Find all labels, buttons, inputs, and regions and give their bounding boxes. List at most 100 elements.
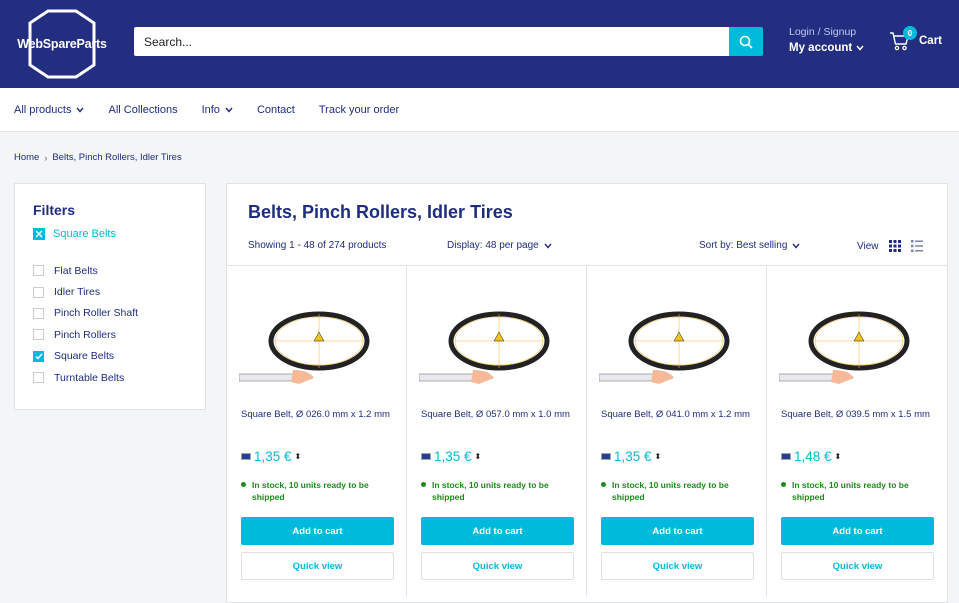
product-image[interactable] — [599, 296, 755, 396]
add-to-cart-button[interactable]: Add to cart — [601, 517, 754, 545]
quick-view-button[interactable]: Quick view — [601, 552, 754, 580]
add-to-cart-button[interactable]: Add to cart — [421, 517, 574, 545]
product-price: 1,35 € ⬍ — [241, 449, 301, 464]
product-card: Square Belt, Ø 041.0 mm x 1.2 mm 1,35 € … — [587, 266, 767, 596]
site-header: WebSpareParts Login / Signup My account … — [0, 0, 959, 88]
product-image[interactable] — [419, 296, 575, 396]
currency-selector-icon[interactable]: ⬍ — [475, 452, 482, 461]
in-stock-dot-icon — [601, 482, 606, 487]
filter-flat-belts[interactable]: Flat Belts — [33, 260, 187, 281]
nav-all-products[interactable]: All products — [14, 103, 85, 116]
currency-selector-icon[interactable]: ⬍ — [295, 452, 302, 461]
breadcrumb-current: Belts, Pinch Rollers, Idler Tires — [52, 152, 182, 163]
active-filter-square-belts[interactable]: Square Belts — [33, 228, 187, 240]
nav-track-order[interactable]: Track your order — [319, 104, 399, 116]
checkbox[interactable] — [33, 329, 44, 341]
active-filter-label: Square Belts — [53, 228, 116, 240]
view-label: View — [857, 240, 879, 252]
product-title[interactable]: Square Belt, Ø 041.0 mm x 1.2 mm — [601, 407, 757, 423]
filter-list: Flat Belts Idler Tires Pinch Roller Shaf… — [33, 260, 187, 388]
site-logo[interactable]: WebSpareParts — [14, 9, 110, 79]
filter-label: Idler Tires — [54, 286, 101, 299]
nav-all-collections[interactable]: All Collections — [108, 104, 177, 116]
chevron-down-icon — [76, 107, 85, 113]
login-signup-link[interactable]: Login / Signup — [789, 26, 864, 38]
filters-title: Filters — [33, 202, 76, 218]
product-price: 1,35 € ⬍ — [601, 449, 661, 464]
search-bar — [134, 27, 763, 56]
chevron-down-icon — [225, 107, 233, 113]
list-view-icon[interactable] — [910, 240, 923, 252]
breadcrumb: Home › Belts, Pinch Rollers, Idler Tires — [14, 152, 182, 163]
search-button[interactable] — [729, 27, 763, 56]
filter-label: Flat Belts — [54, 264, 98, 277]
product-card: Square Belt, Ø 039.5 mm x 1.5 mm 1,48 € … — [767, 266, 947, 596]
filter-pinch-rollers[interactable]: Pinch Rollers — [33, 324, 187, 345]
eu-flag-icon — [601, 453, 611, 460]
add-to-cart-button[interactable]: Add to cart — [781, 517, 934, 545]
chevron-down-icon — [544, 243, 552, 249]
checkbox[interactable] — [33, 286, 44, 298]
cart-label: Cart — [919, 35, 943, 47]
checkbox-checked[interactable] — [33, 350, 44, 362]
stock-status: In stock, 10 units ready to be shipped — [601, 479, 751, 503]
display-per-page-select[interactable]: Display: 48 per page — [447, 240, 552, 251]
nav-label: All Collections — [108, 103, 178, 116]
in-stock-dot-icon — [241, 482, 246, 487]
product-collection: Belts, Pinch Rollers, Idler Tires Showin… — [226, 183, 948, 603]
stock-status: In stock, 10 units ready to be shipped — [781, 479, 931, 503]
product-card: Square Belt, Ø 057.0 mm x 1.0 mm 1,35 € … — [407, 266, 587, 596]
quick-view-button[interactable]: Quick view — [241, 552, 394, 580]
search-input[interactable] — [134, 27, 729, 56]
checkbox[interactable] — [33, 265, 44, 277]
product-title[interactable]: Square Belt, Ø 057.0 mm x 1.0 mm — [421, 407, 577, 423]
product-image[interactable] — [779, 296, 935, 396]
product-title[interactable]: Square Belt, Ø 039.5 mm x 1.5 mm — [781, 407, 937, 423]
breadcrumb-home[interactable]: Home — [14, 152, 39, 163]
price-value: 1,35 € — [254, 449, 292, 464]
nav-contact[interactable]: Contact — [257, 104, 295, 116]
my-account-toggle[interactable]: My account — [789, 42, 864, 54]
display-label: Display: 48 per page — [447, 240, 539, 251]
stock-text: In stock, 10 units ready to be shipped — [432, 480, 549, 502]
stock-status: In stock, 10 units ready to be shipped — [241, 479, 391, 503]
chevron-right-icon: › — [44, 152, 48, 163]
filter-label: Turntable Belts — [54, 371, 125, 384]
product-price: 1,48 € ⬍ — [781, 449, 841, 464]
grid-view-icon[interactable] — [888, 240, 901, 252]
price-value: 1,35 € — [614, 449, 652, 464]
sort-by-select[interactable]: Sort by: Best selling — [699, 240, 800, 251]
currency-selector-icon[interactable]: ⬍ — [655, 452, 662, 461]
cart-link[interactable]: 0 Cart — [889, 26, 943, 52]
filter-idler-tires[interactable]: Idler Tires — [33, 281, 187, 302]
in-stock-dot-icon — [421, 482, 426, 487]
price-value: 1,48 € — [794, 449, 832, 464]
filter-pinch-roller-shaft[interactable]: Pinch Roller Shaft — [33, 303, 187, 324]
product-title[interactable]: Square Belt, Ø 026.0 mm x 1.2 mm — [241, 407, 397, 423]
search-icon — [739, 35, 753, 49]
quick-view-button[interactable]: Quick view — [781, 552, 934, 580]
filter-turntable-belts[interactable]: Turntable Belts — [33, 367, 187, 388]
results-count: Showing 1 - 48 of 274 products — [248, 240, 387, 251]
product-grid: Square Belt, Ø 026.0 mm x 1.2 mm 1,35 € … — [227, 265, 947, 596]
nav-label: Contact — [256, 103, 295, 116]
account-menu[interactable]: Login / Signup My account — [789, 26, 864, 54]
nav-label: All products — [14, 103, 72, 116]
filter-label: Pinch Roller Shaft — [54, 307, 139, 320]
add-to-cart-button[interactable]: Add to cart — [241, 517, 394, 545]
nav-info[interactable]: Info — [202, 104, 233, 116]
quick-view-button[interactable]: Quick view — [421, 552, 574, 580]
stock-text: In stock, 10 units ready to be shipped — [792, 480, 909, 502]
cart-icon: 0 — [889, 26, 917, 52]
collection-toolbar: Showing 1 - 48 of 274 products Display: … — [248, 240, 929, 254]
stock-text: In stock, 10 units ready to be shipped — [612, 480, 729, 502]
page-title: Belts, Pinch Rollers, Idler Tires — [248, 202, 513, 222]
filter-square-belts[interactable]: Square Belts — [33, 346, 187, 367]
in-stock-dot-icon — [781, 482, 786, 487]
checkbox[interactable] — [33, 372, 44, 384]
checkbox[interactable] — [33, 307, 44, 319]
currency-selector-icon[interactable]: ⬍ — [835, 452, 842, 461]
product-image[interactable] — [239, 296, 395, 396]
checkmark-icon — [34, 353, 43, 360]
main-nav: All products All Collections Info Contac… — [0, 88, 959, 132]
